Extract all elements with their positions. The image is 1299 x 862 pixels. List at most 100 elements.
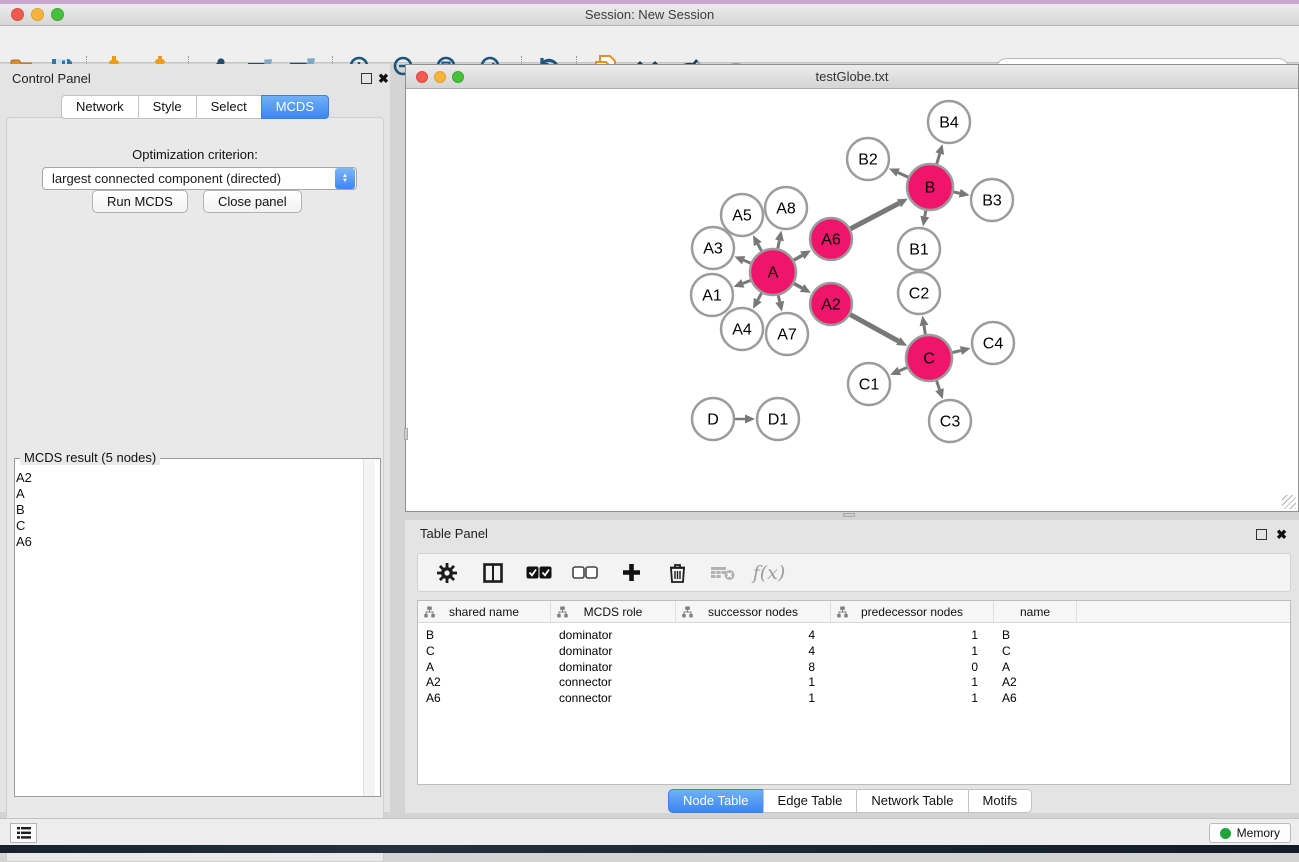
- mcds-result-item[interactable]: B: [16, 502, 356, 518]
- column-header-shared-name[interactable]: shared name: [418, 601, 551, 623]
- graph-node-B3[interactable]: B3: [971, 179, 1013, 221]
- cell-MCDS-role[interactable]: dominator: [551, 627, 676, 643]
- network-window-titlebar[interactable]: testGlobe.txt: [406, 65, 1298, 89]
- edge-A-A3[interactable]: [744, 260, 751, 263]
- cell-predecessor-nodes[interactable]: 1: [831, 690, 994, 706]
- cell-name[interactable]: C: [994, 643, 1077, 659]
- optimization-criterion-select[interactable]: largest connected component (directed) ▲…: [42, 167, 357, 190]
- graph-node-A6[interactable]: A6: [810, 218, 852, 260]
- cell-shared-name[interactable]: A: [418, 659, 551, 675]
- edge-B-B2[interactable]: [898, 173, 908, 178]
- cell-predecessor-nodes[interactable]: 1: [831, 627, 994, 643]
- cell-predecessor-nodes[interactable]: 1: [831, 674, 994, 690]
- graph-node-A8[interactable]: A8: [765, 187, 807, 229]
- graph-node-A3[interactable]: A3: [692, 227, 734, 269]
- edge-A-A8[interactable]: [778, 240, 780, 248]
- tab-node-table[interactable]: Node Table: [668, 789, 763, 813]
- add-column-icon[interactable]: [618, 560, 644, 586]
- splitter-handle[interactable]: [404, 428, 408, 440]
- column-header-successor-nodes[interactable]: successor nodes: [676, 601, 831, 623]
- graph-node-C4[interactable]: C4: [972, 322, 1014, 364]
- tab-network[interactable]: Network: [61, 95, 138, 119]
- graph-node-C3[interactable]: C3: [929, 400, 971, 442]
- cell-shared-name[interactable]: A6: [418, 690, 551, 706]
- graph-node-A[interactable]: A: [750, 249, 796, 295]
- graph-node-A7[interactable]: A7: [766, 313, 808, 355]
- memory-button[interactable]: Memory: [1209, 823, 1291, 843]
- cell-predecessor-nodes[interactable]: 1: [831, 643, 994, 659]
- network-graph[interactable]: B4B2BB3A8A5A6A3B1AC2A1A2A4A7C4CC1C3DD1: [407, 90, 1297, 511]
- graph-node-C2[interactable]: C2: [898, 272, 940, 314]
- close-panel-icon[interactable]: ✖: [378, 71, 389, 87]
- mcds-result-item[interactable]: A: [16, 486, 356, 502]
- cell-shared-name[interactable]: B: [418, 627, 551, 643]
- edge-C-C3[interactable]: [937, 381, 940, 390]
- app-titlebar[interactable]: Session: New Session: [0, 4, 1299, 26]
- float-panel-icon[interactable]: [361, 73, 372, 84]
- tab-style[interactable]: Style: [138, 95, 196, 119]
- gear-icon[interactable]: [434, 560, 460, 586]
- network-canvas[interactable]: B4B2BB3A8A5A6A3B1AC2A1A2A4A7C4CC1C3DD1: [407, 90, 1297, 511]
- cell-MCDS-role[interactable]: connector: [551, 674, 676, 690]
- close-panel-button[interactable]: Close panel: [203, 190, 302, 213]
- mcds-result-item[interactable]: A6: [16, 534, 356, 550]
- node-table[interactable]: shared nameMCDS rolesuccessor nodesprede…: [417, 600, 1291, 785]
- edge-B-B1[interactable]: [925, 211, 926, 217]
- cell-predecessor-nodes[interactable]: 0: [831, 659, 994, 675]
- cell-name[interactable]: B: [994, 627, 1077, 643]
- column-header-predecessor-nodes[interactable]: predecessor nodes: [831, 601, 994, 623]
- graph-node-A4[interactable]: A4: [721, 308, 763, 350]
- graph-node-A5[interactable]: A5: [721, 194, 763, 236]
- deselect-all-icon[interactable]: [572, 560, 598, 586]
- tab-network-table[interactable]: Network Table: [856, 789, 967, 813]
- resize-grip-icon[interactable]: [1282, 495, 1296, 509]
- result-scrollbar[interactable]: [363, 459, 375, 796]
- cell-successor-nodes[interactable]: 4: [676, 627, 831, 643]
- cell-MCDS-role[interactable]: connector: [551, 690, 676, 706]
- edge-C-C2[interactable]: [924, 326, 925, 335]
- graph-node-D[interactable]: D: [692, 398, 734, 440]
- cell-name[interactable]: A2: [994, 674, 1077, 690]
- cell-name[interactable]: A6: [994, 690, 1077, 706]
- graph-node-C1[interactable]: C1: [848, 363, 890, 405]
- edge-A-A7[interactable]: [778, 295, 779, 301]
- splitter-handle[interactable]: [843, 513, 855, 517]
- mcds-result-list[interactable]: A2ABCA6: [16, 470, 356, 550]
- graph-node-C[interactable]: C: [906, 335, 952, 381]
- cell-successor-nodes[interactable]: 1: [676, 674, 831, 690]
- edge-A-A6[interactable]: [794, 255, 802, 260]
- cell-shared-name[interactable]: C: [418, 643, 551, 659]
- graph-node-B4[interactable]: B4: [928, 101, 970, 143]
- float-panel-icon[interactable]: [1256, 529, 1267, 540]
- cell-MCDS-role[interactable]: dominator: [551, 659, 676, 675]
- cell-name[interactable]: A: [994, 659, 1077, 675]
- cell-successor-nodes[interactable]: 1: [676, 690, 831, 706]
- edge-C-C4[interactable]: [952, 351, 961, 353]
- run-mcds-button[interactable]: Run MCDS: [92, 190, 188, 213]
- column-header-MCDS-role[interactable]: MCDS role: [551, 601, 676, 623]
- close-panel-icon[interactable]: ✖: [1276, 527, 1287, 543]
- edge-A6-B[interactable]: [850, 203, 899, 228]
- tab-select[interactable]: Select: [196, 95, 261, 119]
- edge-A-A1[interactable]: [743, 280, 751, 283]
- graph-node-B1[interactable]: B1: [898, 228, 940, 270]
- cell-successor-nodes[interactable]: 8: [676, 659, 831, 675]
- graph-node-B2[interactable]: B2: [847, 138, 889, 180]
- tab-mcds[interactable]: MCDS: [261, 95, 329, 119]
- mcds-result-item[interactable]: C: [16, 518, 356, 534]
- graph-node-B[interactable]: B: [907, 164, 953, 210]
- cell-successor-nodes[interactable]: 4: [676, 643, 831, 659]
- column-header-name[interactable]: name: [994, 601, 1077, 623]
- cell-MCDS-role[interactable]: dominator: [551, 643, 676, 659]
- delete-column-icon[interactable]: [664, 560, 690, 586]
- select-all-icon[interactable]: [526, 560, 552, 586]
- mcds-result-item[interactable]: A2: [16, 470, 356, 486]
- graph-node-A1[interactable]: A1: [691, 274, 733, 316]
- edge-A-A2[interactable]: [794, 284, 802, 288]
- task-history-button[interactable]: [10, 823, 37, 843]
- edge-A-A5[interactable]: [758, 244, 762, 251]
- graph-node-D1[interactable]: D1: [757, 398, 799, 440]
- tab-edge-table[interactable]: Edge Table: [763, 789, 857, 813]
- edge-A2-C[interactable]: [850, 315, 898, 341]
- tab-motifs[interactable]: Motifs: [968, 789, 1033, 813]
